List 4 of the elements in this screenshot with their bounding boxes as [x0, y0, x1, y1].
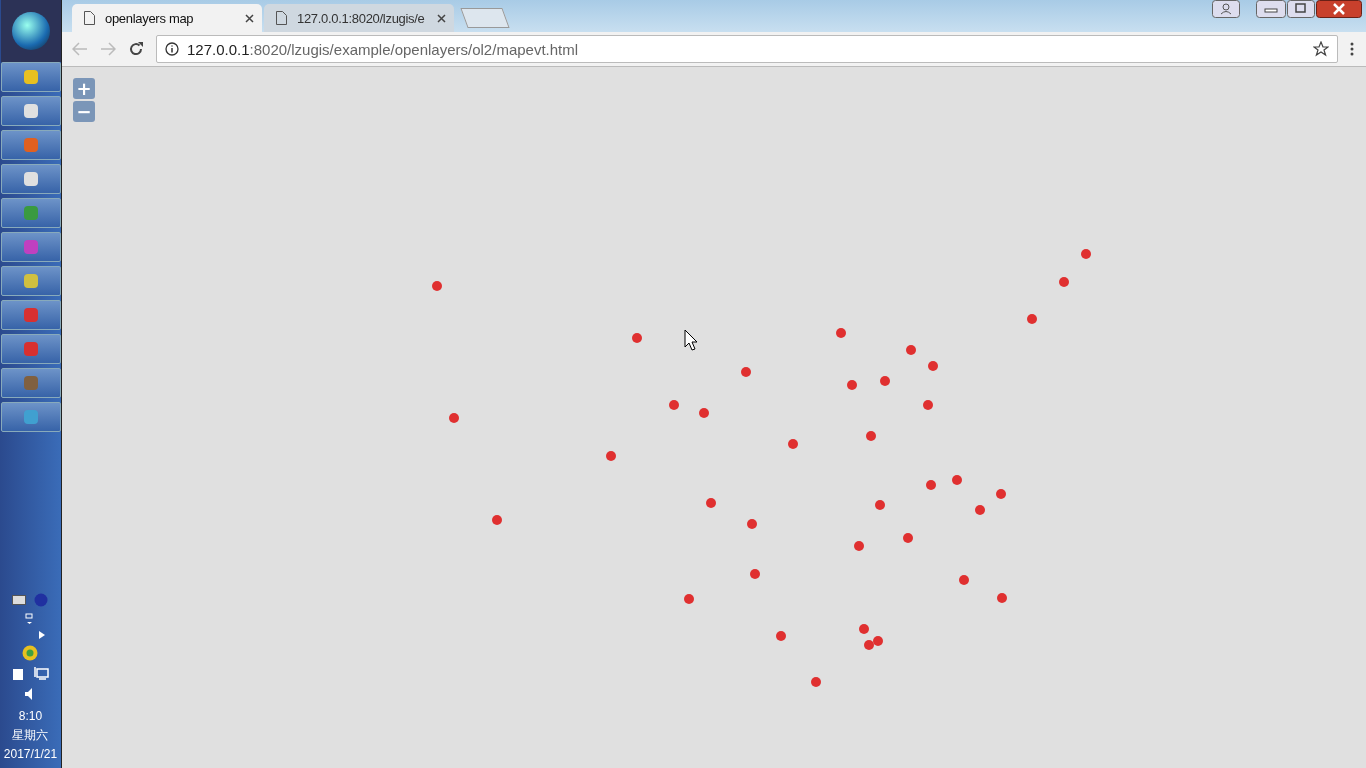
browser-tab[interactable]: 127.0.0.1:8020/lzugis/e: [264, 4, 454, 32]
clock[interactable]: 8:10 星期六 2017/1/21: [3, 707, 58, 764]
address-field[interactable]: 127.0.0.1:8020/lzugis/example/openlayers/ol2/mapevt.html: [156, 35, 1338, 63]
browser-tab[interactable]: openlayers map: [72, 4, 262, 32]
